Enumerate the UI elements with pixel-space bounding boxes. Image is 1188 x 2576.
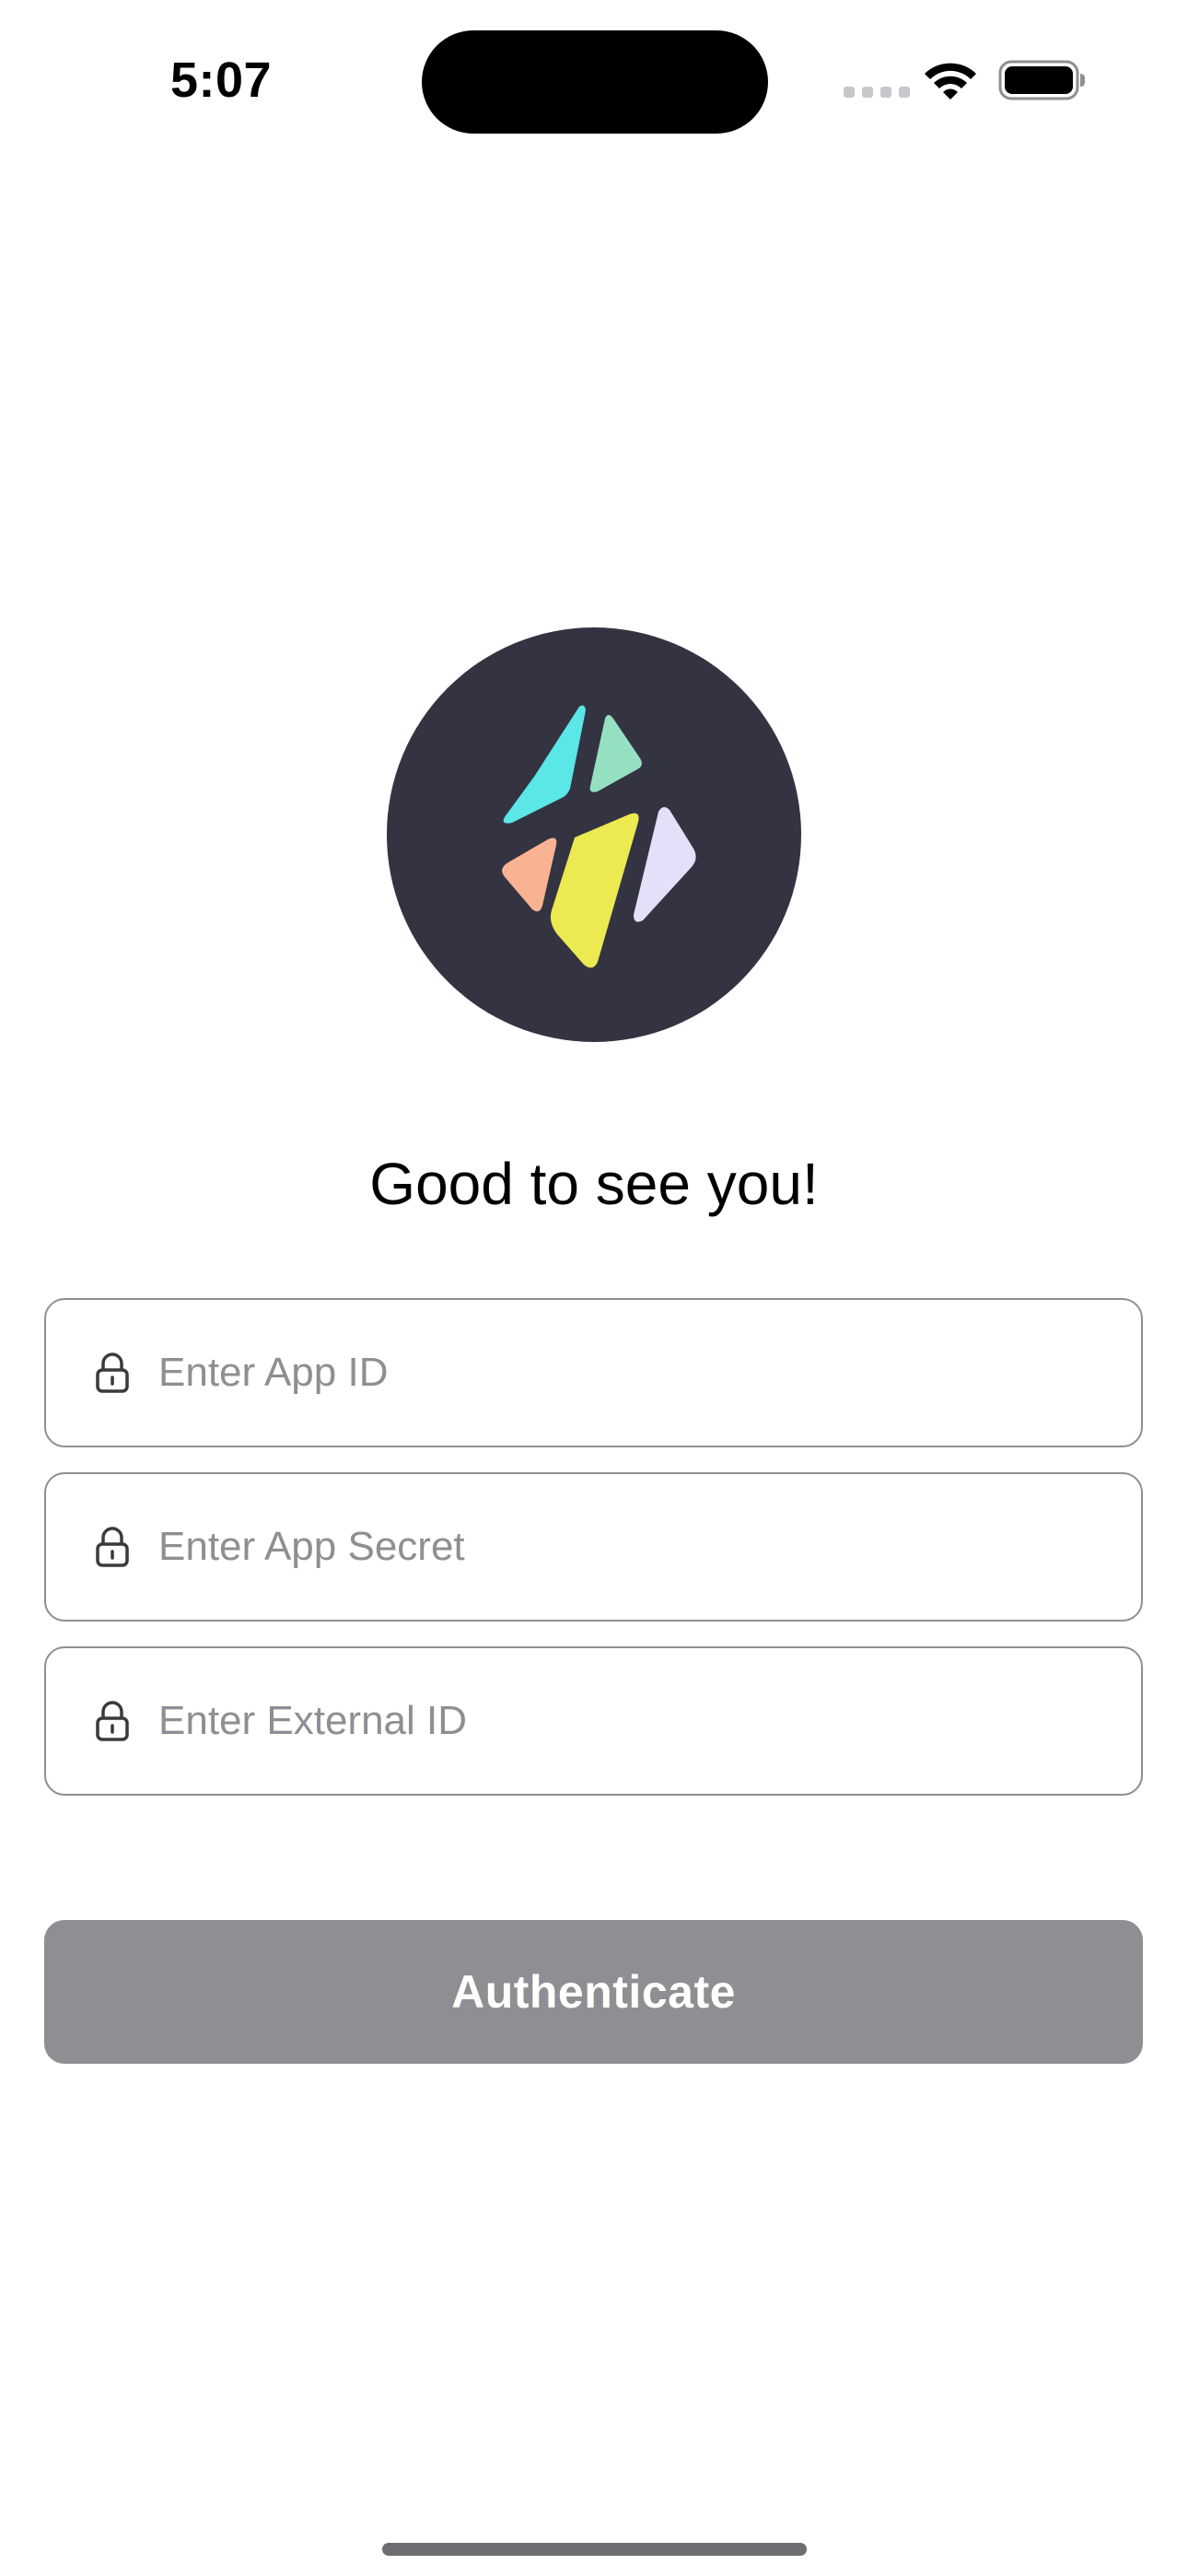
- wifi-icon: [925, 63, 976, 100]
- app-secret-field[interactable]: [44, 1472, 1143, 1622]
- authenticate-button[interactable]: Authenticate: [44, 1920, 1143, 2064]
- external-id-field[interactable]: [44, 1646, 1143, 1796]
- external-id-input[interactable]: [158, 1684, 1079, 1758]
- app-id-input[interactable]: [158, 1336, 1079, 1410]
- lock-icon: [96, 1527, 129, 1567]
- app-secret-input[interactable]: [158, 1510, 1079, 1584]
- app-logo-icon: [387, 627, 801, 1042]
- lock-icon: [96, 1701, 129, 1741]
- home-indicator[interactable]: [382, 2543, 807, 2556]
- greeting-title: Good to see you!: [369, 1151, 819, 1217]
- status-time: 5:07: [170, 53, 273, 108]
- status-bar: 5:07: [0, 0, 1188, 157]
- dynamic-island: [422, 30, 768, 134]
- battery-icon: [998, 60, 1085, 100]
- app-id-field[interactable]: [44, 1298, 1143, 1447]
- lock-icon: [96, 1352, 129, 1393]
- cellular-signal-icon: [844, 87, 910, 98]
